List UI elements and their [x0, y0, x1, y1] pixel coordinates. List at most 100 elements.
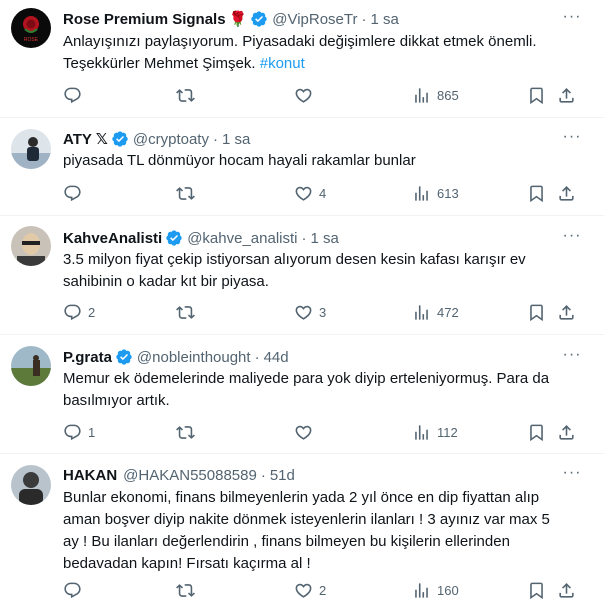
share-button[interactable]: [557, 183, 576, 203]
separator: ·: [260, 466, 266, 484]
share-button[interactable]: [557, 302, 576, 322]
verified-icon: [111, 130, 129, 148]
reply-button[interactable]: [63, 183, 88, 203]
view-count: 472: [437, 304, 459, 320]
views-button[interactable]: 613: [412, 183, 459, 203]
tweet-4[interactable]: P.grata @nobleinthought · 44d ··· Memur …: [0, 335, 604, 454]
retweet-button[interactable]: [176, 302, 201, 322]
tweet-2[interactable]: ATY 𝕏 @cryptoaty · 1 sa ··· piyasada TL …: [0, 118, 604, 216]
share-button[interactable]: [557, 85, 576, 105]
user-handle[interactable]: @nobleinthought: [137, 349, 251, 366]
views-button[interactable]: 865: [412, 85, 459, 105]
reply-button[interactable]: 1: [63, 422, 95, 442]
share-button[interactable]: [557, 422, 576, 442]
verified-icon: [250, 10, 268, 28]
bookmark-button[interactable]: [527, 422, 546, 442]
avatar[interactable]: [11, 465, 51, 505]
like-count: 4: [319, 185, 327, 201]
tweet-text: piyasada TL dönmüyor hocam hayali rakaml…: [63, 152, 416, 169]
like-icon: [294, 184, 313, 203]
avatar[interactable]: [11, 129, 51, 169]
hashtag-link[interactable]: #konut: [260, 55, 305, 72]
reply-count: 1: [88, 424, 96, 440]
reply-count: 2: [88, 304, 96, 320]
bookmark-button[interactable]: [527, 183, 546, 203]
separator: ·: [254, 348, 260, 366]
display-name[interactable]: KahveAnalisti: [63, 230, 162, 247]
retweet-button[interactable]: [176, 183, 201, 203]
retweet-icon: [176, 581, 195, 600]
bookmark-button[interactable]: [527, 85, 546, 105]
timestamp[interactable]: 44d: [264, 349, 289, 366]
like-icon: [294, 86, 313, 105]
svg-text:ROSE: ROSE: [24, 37, 39, 43]
reply-icon: [63, 581, 82, 600]
user-handle[interactable]: @VipRoseTr: [272, 11, 357, 28]
tweet-text: 3.5 milyon fiyat çekip istiyorsan alıyor…: [63, 251, 526, 290]
retweet-button[interactable]: [176, 580, 201, 600]
retweet-icon: [176, 303, 195, 322]
timestamp[interactable]: 51d: [270, 467, 295, 484]
view-count: 613: [437, 185, 459, 201]
tweet-1[interactable]: ROSE Rose Premium Signals 🌹 @VipRoseTr ·…: [0, 0, 604, 118]
retweet-icon: [176, 184, 195, 203]
separator: ·: [361, 10, 367, 28]
verified-icon: [165, 229, 183, 247]
action-bar: 865: [63, 85, 583, 105]
tweet-text: Anlayışınızı paylaşıyorum. Piyasadaki de…: [63, 31, 563, 75]
display-name[interactable]: ATY 𝕏: [63, 130, 108, 148]
retweet-icon: [176, 423, 195, 442]
more-icon[interactable]: ···: [562, 228, 582, 249]
tweet-header: P.grata @nobleinthought · 44d: [63, 347, 289, 367]
more-icon[interactable]: ···: [562, 347, 582, 368]
like-button[interactable]: [294, 422, 319, 442]
tweet-5[interactable]: HAKAN @HAKAN55088589 · 51d ··· Bunlar ek…: [0, 454, 604, 607]
tweet-header: HAKAN @HAKAN55088589 · 51d: [63, 465, 295, 485]
bookmark-icon: [527, 86, 546, 105]
display-name[interactable]: Rose Premium Signals: [63, 11, 226, 28]
display-name[interactable]: P.grata: [63, 349, 112, 366]
like-button[interactable]: [294, 85, 319, 105]
timestamp[interactable]: 1 sa: [371, 11, 399, 28]
more-icon[interactable]: ···: [562, 129, 582, 150]
reply-button[interactable]: [63, 85, 88, 105]
display-name[interactable]: HAKAN: [63, 467, 117, 484]
tweet-header: ATY 𝕏 @cryptoaty · 1 sa: [63, 129, 250, 149]
share-icon: [557, 423, 576, 442]
views-button[interactable]: 112: [412, 422, 458, 442]
views-button[interactable]: 160: [412, 580, 459, 600]
views-icon: [412, 581, 431, 600]
like-icon: [294, 423, 313, 442]
view-count: 865: [437, 87, 459, 103]
bookmark-button[interactable]: [527, 580, 546, 600]
share-icon: [557, 581, 576, 600]
like-button[interactable]: 3: [294, 302, 326, 322]
more-icon[interactable]: ···: [562, 465, 582, 486]
tweet-header: KahveAnalisti @kahve_analisti · 1 sa: [63, 228, 339, 248]
separator: ·: [212, 130, 218, 148]
like-button[interactable]: 2: [294, 580, 326, 600]
tweet-3[interactable]: KahveAnalisti @kahve_analisti · 1 sa ···…: [0, 216, 604, 335]
user-handle[interactable]: @HAKAN55088589: [123, 467, 257, 484]
action-bar: 1 112: [63, 422, 583, 442]
retweet-icon: [176, 86, 195, 105]
avatar[interactable]: ROSE: [11, 8, 51, 48]
views-button[interactable]: 472: [412, 302, 459, 322]
action-bar: 2 3 472: [63, 302, 583, 322]
timestamp[interactable]: 1 sa: [222, 131, 250, 148]
reply-button[interactable]: [63, 580, 88, 600]
avatar[interactable]: [11, 346, 51, 386]
user-handle[interactable]: @cryptoaty: [133, 131, 209, 148]
avatar[interactable]: [11, 226, 51, 266]
view-count: 112: [437, 424, 458, 440]
user-handle[interactable]: @kahve_analisti: [187, 230, 297, 247]
like-button[interactable]: 4: [294, 183, 326, 203]
retweet-button[interactable]: [176, 422, 201, 442]
share-button[interactable]: [557, 580, 576, 600]
reply-icon: [63, 303, 82, 322]
bookmark-button[interactable]: [527, 302, 546, 322]
timestamp[interactable]: 1 sa: [311, 230, 339, 247]
retweet-button[interactable]: [176, 85, 201, 105]
reply-button[interactable]: 2: [63, 302, 95, 322]
more-icon[interactable]: ···: [562, 9, 582, 30]
